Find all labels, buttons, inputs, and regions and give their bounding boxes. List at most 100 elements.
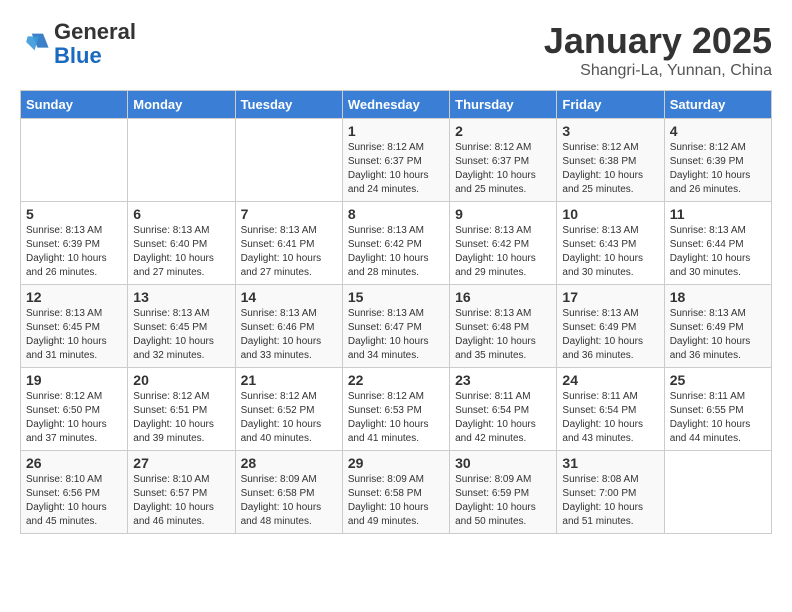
day-info: Sunrise: 8:09 AM Sunset: 6:58 PM Dayligh… xyxy=(348,473,444,529)
day-number: 26 xyxy=(26,455,122,471)
day-info: Sunrise: 8:13 AM Sunset: 6:43 PM Dayligh… xyxy=(562,224,658,280)
day-info: Sunrise: 8:13 AM Sunset: 6:45 PM Dayligh… xyxy=(133,307,229,363)
day-info: Sunrise: 8:11 AM Sunset: 6:54 PM Dayligh… xyxy=(455,390,551,446)
day-info: Sunrise: 8:11 AM Sunset: 6:54 PM Dayligh… xyxy=(562,390,658,446)
logo-icon xyxy=(22,28,50,56)
calendar-cell: 9 Sunrise: 8:13 AM Sunset: 6:42 PM Daylig… xyxy=(450,202,557,285)
day-info: Sunrise: 8:13 AM Sunset: 6:42 PM Dayligh… xyxy=(348,224,444,280)
day-number: 12 xyxy=(26,289,122,305)
day-info: Sunrise: 8:13 AM Sunset: 6:41 PM Dayligh… xyxy=(241,224,337,280)
calendar-cell: 28Sunrise: 8:09 AM Sunset: 6:58 PM Dayli… xyxy=(235,451,342,534)
calendar-cell: 17Sunrise: 8:13 AM Sunset: 6:49 PM Dayli… xyxy=(557,285,664,368)
day-info: Sunrise: 8:13 AM Sunset: 6:44 PM Dayligh… xyxy=(670,224,766,280)
logo-blue: Blue xyxy=(54,43,102,68)
calendar-cell: 31Sunrise: 8:08 AM Sunset: 7:00 PM Dayli… xyxy=(557,451,664,534)
calendar-cell: 25 Sunrise: 8:11 AM Sunset: 6:55 PM Dayli… xyxy=(664,368,771,451)
day-number: 13 xyxy=(133,289,229,305)
calendar-cell: 15Sunrise: 8:13 AM Sunset: 6:47 PM Dayli… xyxy=(342,285,449,368)
day-number: 7 xyxy=(241,206,337,222)
day-number: 21 xyxy=(241,372,337,388)
day-info: Sunrise: 8:12 AM Sunset: 6:39 PM Dayligh… xyxy=(670,141,766,197)
calendar-week-2: 5 Sunrise: 8:13 AM Sunset: 6:39 PM Daylig… xyxy=(21,202,772,285)
day-info: Sunrise: 8:09 AM Sunset: 6:59 PM Dayligh… xyxy=(455,473,551,529)
calendar-cell: 19 Sunrise: 8:12 AM Sunset: 6:50 PM Dayli… xyxy=(21,368,128,451)
day-number: 18 xyxy=(670,289,766,305)
calendar-cell xyxy=(664,451,771,534)
day-number: 1 xyxy=(348,123,444,139)
calendar-cell: 4 Sunrise: 8:12 AM Sunset: 6:39 PM Daylig… xyxy=(664,119,771,202)
day-info: Sunrise: 8:12 AM Sunset: 6:51 PM Dayligh… xyxy=(133,390,229,446)
calendar-week-3: 12 Sunrise: 8:13 AM Sunset: 6:45 PM Dayli… xyxy=(21,285,772,368)
day-number: 15 xyxy=(348,289,444,305)
day-info: Sunrise: 8:13 AM Sunset: 6:48 PM Dayligh… xyxy=(455,307,551,363)
calendar-cell: 24Sunrise: 8:11 AM Sunset: 6:54 PM Dayli… xyxy=(557,368,664,451)
day-number: 20 xyxy=(133,372,229,388)
calendar-cell xyxy=(235,119,342,202)
calendar-cell: 5 Sunrise: 8:13 AM Sunset: 6:39 PM Daylig… xyxy=(21,202,128,285)
day-info: Sunrise: 8:13 AM Sunset: 6:42 PM Dayligh… xyxy=(455,224,551,280)
day-number: 9 xyxy=(455,206,551,222)
day-number: 19 xyxy=(26,372,122,388)
day-info: Sunrise: 8:13 AM Sunset: 6:45 PM Dayligh… xyxy=(26,307,122,363)
calendar-cell: 6Sunrise: 8:13 AM Sunset: 6:40 PM Daylig… xyxy=(128,202,235,285)
calendar-cell: 12 Sunrise: 8:13 AM Sunset: 6:45 PM Dayli… xyxy=(21,285,128,368)
weekday-header-saturday: Saturday xyxy=(664,91,771,119)
day-number: 22 xyxy=(348,372,444,388)
weekday-header-sunday: Sunday xyxy=(21,91,128,119)
day-info: Sunrise: 8:08 AM Sunset: 7:00 PM Dayligh… xyxy=(562,473,658,529)
calendar-cell xyxy=(21,119,128,202)
calendar-header: SundayMondayTuesdayWednesdayThursdayFrid… xyxy=(21,91,772,119)
day-number: 8 xyxy=(348,206,444,222)
day-info: Sunrise: 8:11 AM Sunset: 6:55 PM Dayligh… xyxy=(670,390,766,446)
day-info: Sunrise: 8:12 AM Sunset: 6:38 PM Dayligh… xyxy=(562,141,658,197)
day-number: 17 xyxy=(562,289,658,305)
calendar-cell: 14Sunrise: 8:13 AM Sunset: 6:46 PM Dayli… xyxy=(235,285,342,368)
calendar-cell: 22Sunrise: 8:12 AM Sunset: 6:53 PM Dayli… xyxy=(342,368,449,451)
weekday-header-monday: Monday xyxy=(128,91,235,119)
location-subtitle: Shangri-La, Yunnan, China xyxy=(544,62,772,80)
calendar-cell: 20 Sunrise: 8:12 AM Sunset: 6:51 PM Dayli… xyxy=(128,368,235,451)
logo-general: General xyxy=(54,19,136,44)
day-info: Sunrise: 8:09 AM Sunset: 6:58 PM Dayligh… xyxy=(241,473,337,529)
calendar-cell xyxy=(128,119,235,202)
page-header: General Blue January 2025 Shangri-La, Yu… xyxy=(20,20,772,80)
calendar-cell: 1 Sunrise: 8:12 AM Sunset: 6:37 PM Daylig… xyxy=(342,119,449,202)
day-number: 29 xyxy=(348,455,444,471)
calendar-cell: 11 Sunrise: 8:13 AM Sunset: 6:44 PM Dayli… xyxy=(664,202,771,285)
calendar-cell: 8 Sunrise: 8:13 AM Sunset: 6:42 PM Daylig… xyxy=(342,202,449,285)
calendar-cell: 23 Sunrise: 8:11 AM Sunset: 6:54 PM Dayli… xyxy=(450,368,557,451)
day-number: 2 xyxy=(455,123,551,139)
calendar-week-5: 26 Sunrise: 8:10 AM Sunset: 6:56 PM Dayli… xyxy=(21,451,772,534)
day-number: 4 xyxy=(670,123,766,139)
day-info: Sunrise: 8:10 AM Sunset: 6:57 PM Dayligh… xyxy=(133,473,229,529)
calendar-cell: 2Sunrise: 8:12 AM Sunset: 6:37 PM Daylig… xyxy=(450,119,557,202)
calendar-cell: 21Sunrise: 8:12 AM Sunset: 6:52 PM Dayli… xyxy=(235,368,342,451)
title-block: January 2025 Shangri-La, Yunnan, China xyxy=(544,20,772,80)
day-info: Sunrise: 8:10 AM Sunset: 6:56 PM Dayligh… xyxy=(26,473,122,529)
day-number: 6 xyxy=(133,206,229,222)
day-number: 27 xyxy=(133,455,229,471)
day-info: Sunrise: 8:13 AM Sunset: 6:49 PM Dayligh… xyxy=(670,307,766,363)
calendar-cell: 27 Sunrise: 8:10 AM Sunset: 6:57 PM Dayli… xyxy=(128,451,235,534)
calendar-cell: 10 Sunrise: 8:13 AM Sunset: 6:43 PM Dayli… xyxy=(557,202,664,285)
day-info: Sunrise: 8:12 AM Sunset: 6:37 PM Dayligh… xyxy=(348,141,444,197)
month-title: January 2025 xyxy=(544,20,772,62)
day-number: 16 xyxy=(455,289,551,305)
calendar-table: SundayMondayTuesdayWednesdayThursdayFrid… xyxy=(20,90,772,534)
calendar-week-4: 19 Sunrise: 8:12 AM Sunset: 6:50 PM Dayli… xyxy=(21,368,772,451)
day-number: 3 xyxy=(562,123,658,139)
day-info: Sunrise: 8:12 AM Sunset: 6:50 PM Dayligh… xyxy=(26,390,122,446)
day-number: 10 xyxy=(562,206,658,222)
day-number: 5 xyxy=(26,206,122,222)
calendar-cell: 18 Sunrise: 8:13 AM Sunset: 6:49 PM Dayli… xyxy=(664,285,771,368)
day-number: 11 xyxy=(670,206,766,222)
calendar-cell: 16 Sunrise: 8:13 AM Sunset: 6:48 PM Dayli… xyxy=(450,285,557,368)
day-number: 23 xyxy=(455,372,551,388)
weekday-header-wednesday: Wednesday xyxy=(342,91,449,119)
calendar-cell: 30Sunrise: 8:09 AM Sunset: 6:59 PM Dayli… xyxy=(450,451,557,534)
day-info: Sunrise: 8:13 AM Sunset: 6:39 PM Dayligh… xyxy=(26,224,122,280)
day-number: 25 xyxy=(670,372,766,388)
calendar-cell: 29 Sunrise: 8:09 AM Sunset: 6:58 PM Dayli… xyxy=(342,451,449,534)
calendar-cell: 13 Sunrise: 8:13 AM Sunset: 6:45 PM Dayli… xyxy=(128,285,235,368)
day-info: Sunrise: 8:13 AM Sunset: 6:46 PM Dayligh… xyxy=(241,307,337,363)
